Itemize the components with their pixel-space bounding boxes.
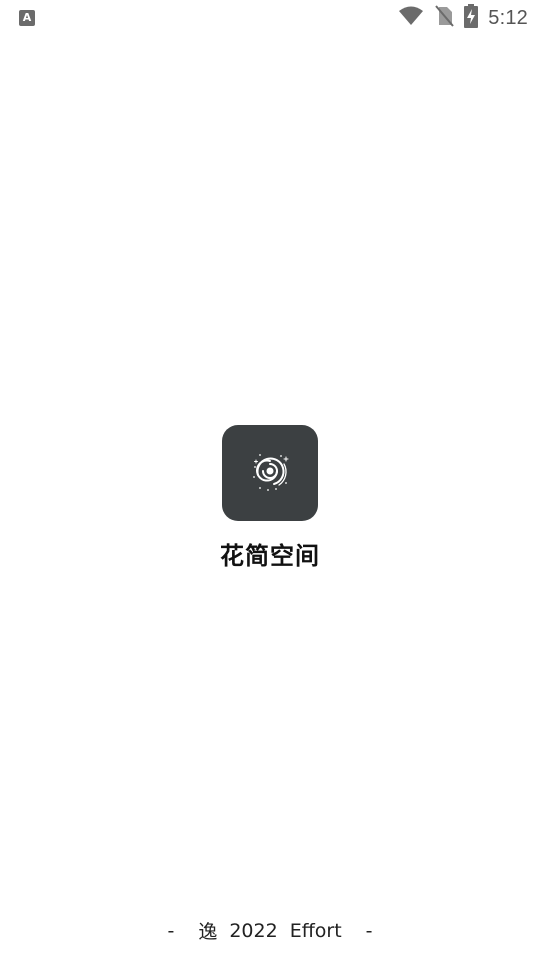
keyboard-notification-icon: A: [19, 10, 35, 26]
battery-charging-icon: [464, 3, 479, 33]
no-sim-icon: [434, 4, 455, 32]
app-name: 花简空间: [220, 542, 320, 570]
galaxy-spiral-icon: [246, 447, 294, 500]
status-bar: A 5:12: [0, 0, 540, 36]
app-logo: [222, 425, 318, 521]
footer-credit: - 逸 2022 Effort -: [0, 917, 540, 944]
footer-dash-right: -: [365, 919, 373, 942]
footer-word: Effort: [289, 919, 342, 942]
status-time: 5:12: [488, 6, 528, 29]
footer-dash-left: -: [167, 919, 175, 942]
wifi-icon: [398, 6, 424, 31]
status-icons: 5:12: [398, 3, 528, 33]
notification-letter: A: [22, 10, 32, 24]
footer-mark: 逸: [198, 921, 218, 943]
footer-year: 2022: [229, 919, 278, 942]
